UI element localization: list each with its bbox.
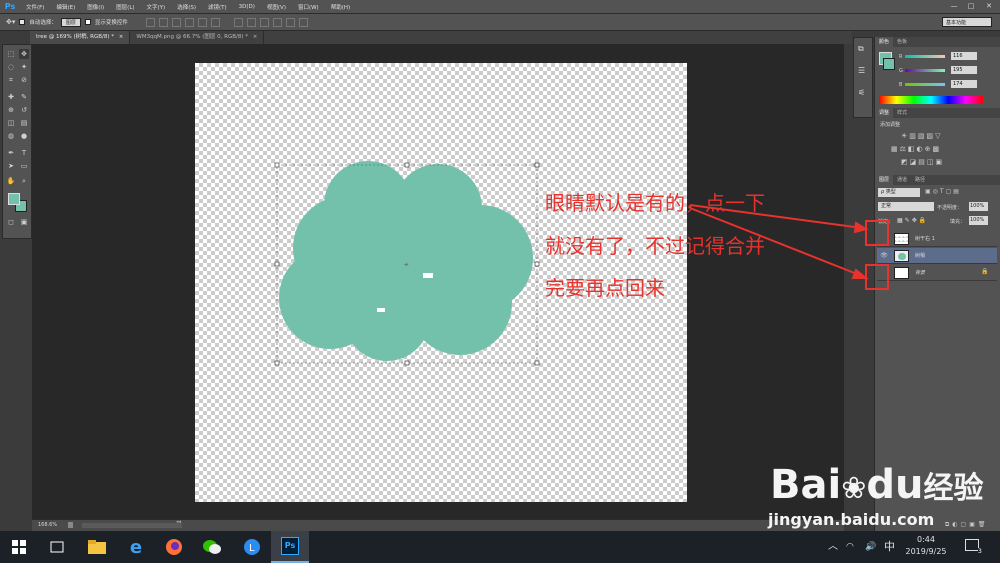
windows-start-icon[interactable]: [0, 531, 38, 563]
clock-time: 0:44: [917, 535, 935, 544]
watermark-url: jingyan.baidu.com: [768, 510, 935, 529]
volume-icon[interactable]: 🔊: [865, 531, 876, 563]
system-clock[interactable]: 0:44 2019/9/25: [902, 534, 950, 558]
task-view-icon[interactable]: [38, 531, 76, 563]
watermark-brand: Bai: [770, 462, 842, 508]
tray-expand-icon[interactable]: ︿: [828, 531, 838, 563]
paw-icon: ❀: [841, 471, 867, 506]
edge-browser-icon[interactable]: e: [117, 531, 155, 563]
annotation-line-2: 就没有了，不过记得合并: [545, 234, 765, 258]
ps-task-label: Ps: [281, 537, 299, 555]
ime-indicator[interactable]: 中: [884, 531, 895, 563]
watermark-cn: 经验: [923, 471, 984, 506]
clock-date: 2019/9/25: [905, 547, 947, 556]
notification-icon[interactable]: [965, 539, 979, 551]
annotation-box-top: [865, 220, 889, 246]
annotation-box-bottom: [865, 264, 889, 290]
network-icon[interactable]: ◠: [846, 531, 854, 563]
wechat-icon[interactable]: [193, 531, 231, 563]
svg-text:L: L: [249, 543, 255, 554]
firefox-icon[interactable]: [155, 531, 193, 563]
annotation-line-3: 完要再点回来: [545, 276, 665, 300]
watermark-brand-2: du: [866, 462, 924, 508]
photoshop-taskbar-icon[interactable]: Ps: [271, 531, 309, 563]
file-explorer-icon[interactable]: [78, 531, 116, 563]
annotation-line-1: 眼睛默认是有的，点一下: [545, 191, 765, 215]
app-l-icon[interactable]: L: [233, 531, 271, 563]
notification-badge: 3: [978, 548, 982, 555]
baidu-watermark: Bai❀du经验: [770, 463, 983, 511]
